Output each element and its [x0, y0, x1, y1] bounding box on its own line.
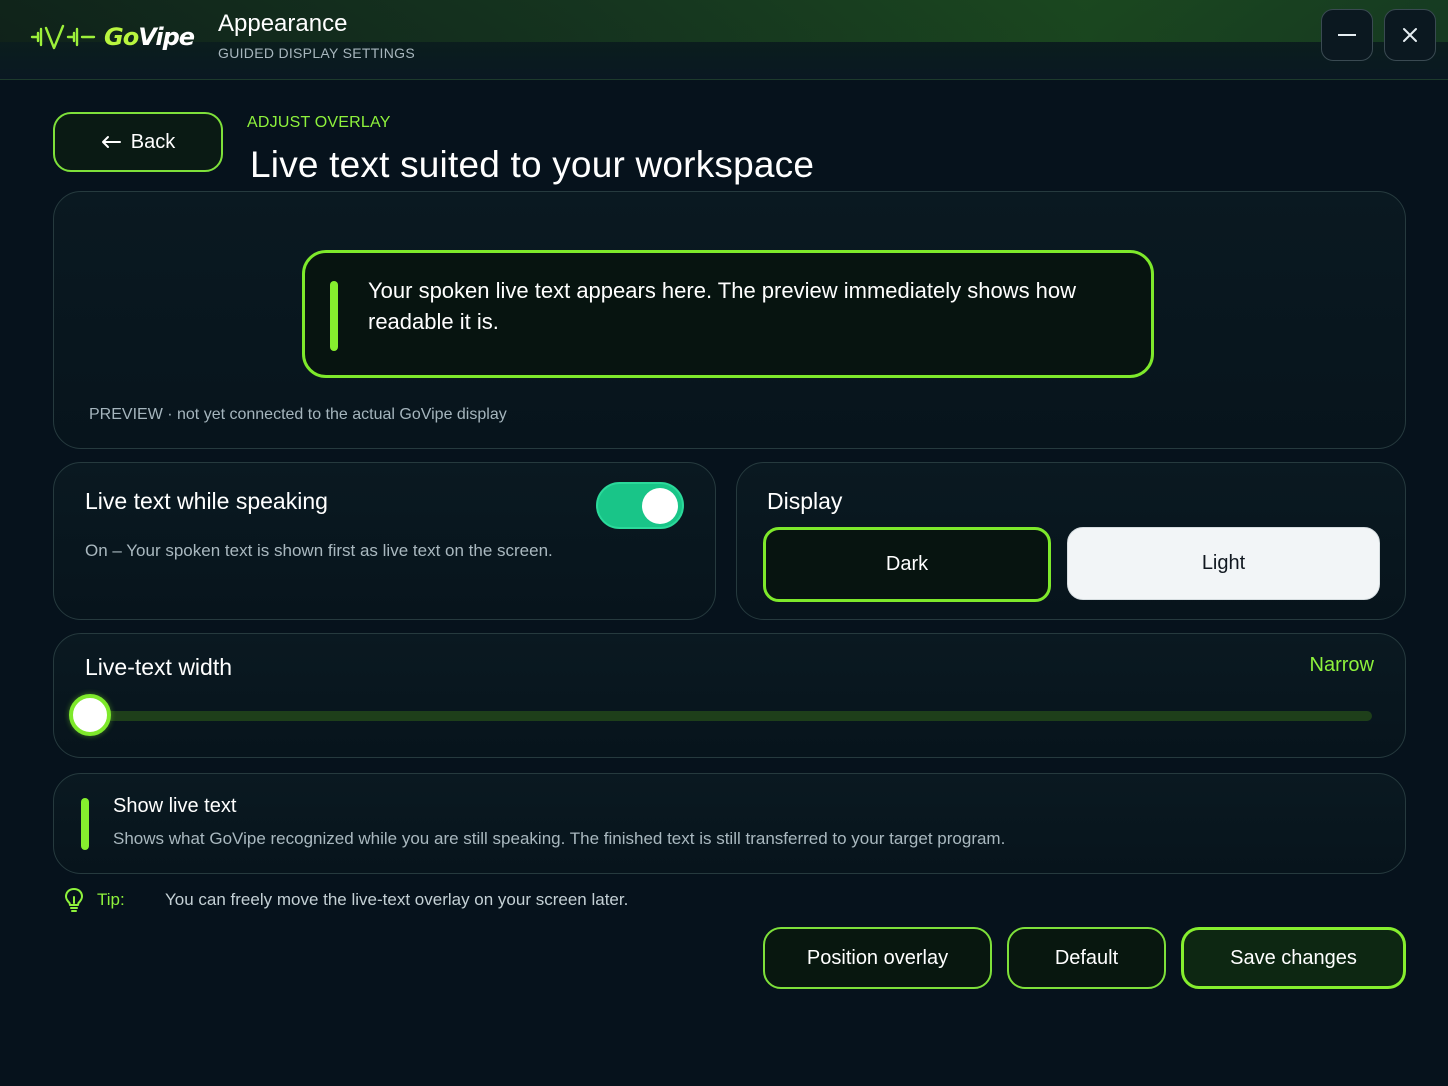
- close-icon: [1403, 28, 1417, 42]
- position-overlay-button[interactable]: Position overlay: [763, 927, 992, 989]
- info-description: Shows what GoVipe recognized while you a…: [113, 829, 1006, 848]
- live-text-switch[interactable]: [596, 482, 684, 529]
- waveform-icon: [30, 24, 96, 50]
- section-kicker: ADJUST OVERLAY: [247, 114, 391, 131]
- width-title: Live-text width: [85, 654, 233, 680]
- page-title: Live text suited to your workspace: [250, 144, 815, 185]
- close-button[interactable]: [1384, 9, 1436, 61]
- tip-text: You can freely move the live-text overla…: [165, 890, 629, 909]
- info-accent-bar: [81, 798, 89, 850]
- window-subtitle: GUIDED DISPLAY SETTINGS: [218, 45, 415, 61]
- info-title: Show live text: [113, 795, 237, 817]
- width-slider-track[interactable]: [90, 711, 1372, 721]
- minimize-button[interactable]: [1321, 9, 1373, 61]
- width-value: Narrow: [1309, 654, 1374, 676]
- back-button[interactable]: Back: [53, 112, 223, 172]
- save-changes-button[interactable]: Save changes: [1181, 927, 1406, 989]
- display-card: Display Dark Light: [736, 462, 1406, 620]
- preview-accent-bar: [330, 281, 338, 351]
- toggle-description: On – Your spoken text is shown first as …: [85, 541, 553, 560]
- tip-row: Tip: You can freely move the live-text o…: [63, 886, 628, 914]
- width-card: Live-text width Narrow: [53, 633, 1406, 758]
- live-text-toggle-card: Live text while speaking On – Your spoke…: [53, 462, 716, 620]
- lightbulb-icon: [65, 888, 83, 912]
- minimize-icon: [1338, 34, 1356, 36]
- govipe-logo: GoVipe: [30, 20, 195, 54]
- preview-note: PREVIEW · not yet connected to the actua…: [89, 406, 507, 423]
- logo-wordmark: GoVipe: [104, 23, 195, 51]
- tip-label: Tip:: [97, 890, 125, 909]
- preview-text: Your spoken live text appears here. The …: [368, 278, 1077, 334]
- default-button[interactable]: Default: [1007, 927, 1166, 989]
- switch-knob: [642, 488, 678, 524]
- width-slider-thumb[interactable]: [69, 694, 111, 736]
- window-title: Appearance: [218, 10, 348, 37]
- toggle-title: Live text while speaking: [85, 488, 328, 514]
- preview-card: Your spoken live text appears here. The …: [53, 191, 1406, 449]
- display-option-dark[interactable]: Dark: [763, 527, 1051, 602]
- back-button-label: Back: [130, 130, 176, 153]
- title-bar: GoVipe Appearance GUIDED DISPLAY SETTING…: [0, 0, 1448, 80]
- info-card: Show live text Shows what GoVipe recogni…: [53, 773, 1406, 874]
- arrow-left-icon: [101, 136, 121, 148]
- display-option-light[interactable]: Light: [1067, 527, 1380, 600]
- display-title: Display: [767, 488, 843, 514]
- live-text-preview: Your spoken live text appears here. The …: [302, 250, 1154, 378]
